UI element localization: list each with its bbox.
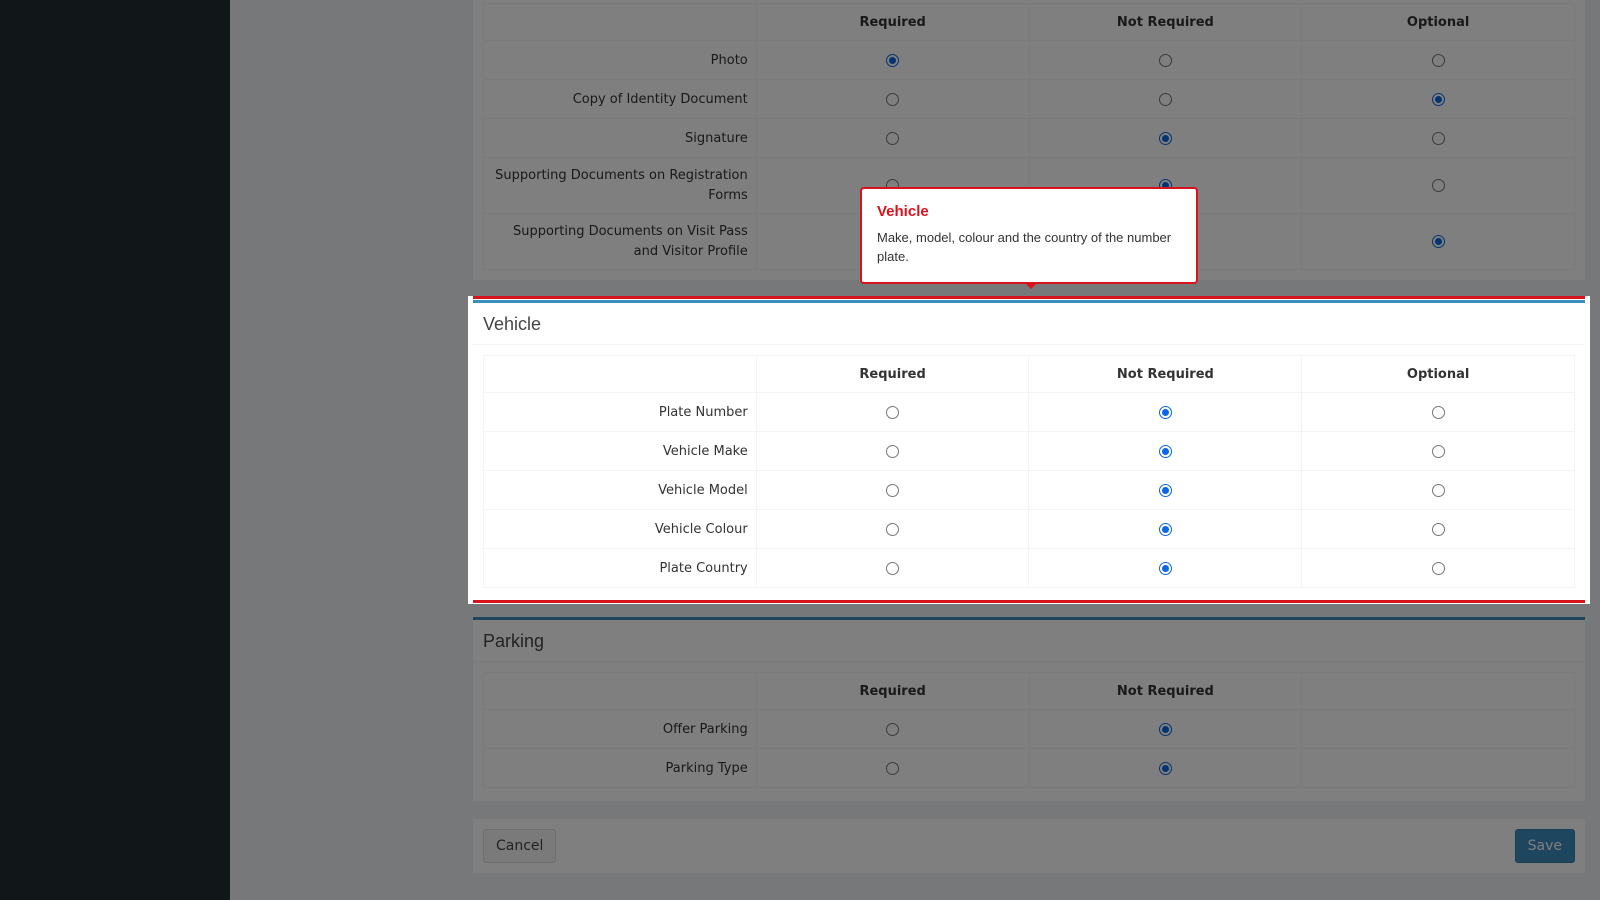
option-cell: [755, 431, 1030, 471]
option-cell: [1028, 392, 1303, 432]
option-cell: [755, 392, 1030, 432]
highlight-border-bottom: [473, 600, 1585, 603]
radio-not-required[interactable]: [1158, 405, 1172, 419]
tooltip-title: Vehicle: [877, 203, 929, 220]
header-optional: Optional: [1301, 355, 1575, 393]
row-label: Plate Number: [483, 392, 757, 432]
radio-optional[interactable]: [1431, 522, 1445, 536]
radio-optional[interactable]: [1431, 405, 1445, 419]
radio-not-required[interactable]: [1158, 561, 1172, 575]
radio-optional[interactable]: [1431, 483, 1445, 497]
row-label: Vehicle Model: [483, 470, 757, 510]
option-cell: [1301, 431, 1575, 471]
radio-not-required[interactable]: [1158, 483, 1172, 497]
vehicle-highlight-table: Required Not Required Optional Plate Num…: [483, 355, 1575, 588]
radio-not-required[interactable]: [1158, 444, 1172, 458]
option-cell: [1028, 431, 1303, 471]
radio-required[interactable]: [886, 522, 900, 536]
blank-header: [483, 355, 757, 393]
highlight-border-top: [473, 296, 1585, 299]
option-cell: [1301, 392, 1575, 432]
option-cell: [1028, 509, 1303, 549]
option-cell: [1301, 470, 1575, 510]
option-cell: [1028, 548, 1303, 588]
radio-optional[interactable]: [1431, 444, 1445, 458]
radio-required[interactable]: [886, 561, 900, 575]
row-label: Plate Country: [483, 548, 757, 588]
option-cell: [1301, 509, 1575, 549]
radio-required[interactable]: [886, 483, 900, 497]
tour-tooltip: Vehicle Make, model, colour and the coun…: [860, 187, 1198, 289]
radio-not-required[interactable]: [1158, 522, 1172, 536]
radio-required[interactable]: [886, 405, 900, 419]
vehicle-highlight-title: Vehicle: [473, 303, 1585, 345]
option-cell: [755, 548, 1030, 588]
option-cell: [755, 509, 1030, 549]
header-not-required: Not Required: [1028, 355, 1303, 393]
radio-optional[interactable]: [1431, 561, 1445, 575]
table-row: Vehicle Colour: [483, 509, 1575, 549]
table-row: Plate Number: [483, 392, 1575, 432]
table-header-row: Required Not Required Optional: [483, 355, 1575, 393]
row-label: Vehicle Make: [483, 431, 757, 471]
option-cell: [755, 470, 1030, 510]
option-cell: [1028, 470, 1303, 510]
row-label: Vehicle Colour: [483, 509, 757, 549]
vehicle-highlight: Vehicle Required Not Required Optional P…: [468, 296, 1590, 604]
table-row: Vehicle Make: [483, 431, 1575, 471]
option-cell: [1301, 548, 1575, 588]
radio-required[interactable]: [886, 444, 900, 458]
table-row: Plate Country: [483, 548, 1575, 588]
tooltip-arrow: [1025, 283, 1037, 289]
header-required: Required: [755, 355, 1030, 393]
tooltip-text: Make, model, colour and the country of t…: [877, 230, 1172, 264]
table-row: Vehicle Model: [483, 470, 1575, 510]
